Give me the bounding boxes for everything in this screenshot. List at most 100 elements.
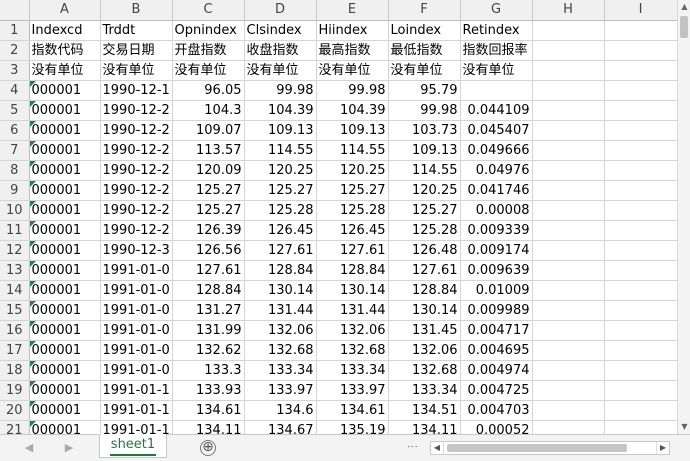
- cell-a16[interactable]: 000001: [29, 320, 101, 341]
- cell-g14[interactable]: 0.01009: [460, 280, 533, 301]
- cell-d12[interactable]: 127.61: [244, 240, 317, 261]
- column-header-g[interactable]: G: [460, 0, 533, 21]
- cell-g5[interactable]: 0.044109: [460, 100, 533, 121]
- cell-e2[interactable]: 最高指数: [316, 40, 389, 61]
- row-header[interactable]: 13: [0, 260, 30, 281]
- cell-e19[interactable]: 133.97: [316, 380, 389, 401]
- cell-d20[interactable]: 134.6: [244, 400, 317, 421]
- cell-a9[interactable]: 000001: [29, 180, 101, 201]
- cell-a5[interactable]: 000001: [29, 100, 101, 121]
- cell-b17[interactable]: 1991-01-0: [100, 340, 173, 361]
- cell-h18[interactable]: [532, 360, 605, 381]
- add-sheet-icon[interactable]: ⊕: [200, 440, 216, 456]
- cell-d18[interactable]: 133.34: [244, 360, 317, 381]
- cell-b7[interactable]: 1990-12-2: [100, 140, 173, 161]
- cell-i11[interactable]: [604, 220, 678, 241]
- cell-a4[interactable]: 000001: [29, 80, 101, 101]
- cell-c4[interactable]: 96.05: [172, 80, 245, 101]
- scroll-up-icon[interactable]: ▲: [678, 0, 690, 14]
- cell-f10[interactable]: 125.27: [388, 200, 461, 221]
- cell-a19[interactable]: 000001: [29, 380, 101, 401]
- column-header-c[interactable]: C: [172, 0, 245, 21]
- cell-c1[interactable]: Opnindex: [172, 20, 245, 41]
- cell-h15[interactable]: [532, 300, 605, 321]
- cell-e20[interactable]: 134.61: [316, 400, 389, 421]
- cell-e18[interactable]: 133.34: [316, 360, 389, 381]
- cell-h13[interactable]: [532, 260, 605, 281]
- cell-b16[interactable]: 1991-01-0: [100, 320, 173, 341]
- scroll-left-icon[interactable]: ◀: [431, 442, 444, 454]
- cell-g15[interactable]: 0.009989: [460, 300, 533, 321]
- row-header[interactable]: 9: [0, 180, 30, 201]
- row-header[interactable]: 10: [0, 200, 30, 221]
- cell-d4[interactable]: 99.98: [244, 80, 317, 101]
- cell-h6[interactable]: [532, 120, 605, 141]
- cell-d1[interactable]: Clsindex: [244, 20, 317, 41]
- cell-a8[interactable]: 000001: [29, 160, 101, 181]
- cell-f3[interactable]: 没有单位: [388, 60, 461, 81]
- cell-i14[interactable]: [604, 280, 678, 301]
- column-header-a[interactable]: A: [29, 0, 101, 21]
- cell-g18[interactable]: 0.004974: [460, 360, 533, 381]
- cell-c12[interactable]: 126.56: [172, 240, 245, 261]
- row-header[interactable]: 18: [0, 360, 30, 381]
- cell-e4[interactable]: 99.98: [316, 80, 389, 101]
- cell-a2[interactable]: 指数代码: [29, 40, 101, 61]
- cell-f12[interactable]: 126.48: [388, 240, 461, 261]
- column-header-f[interactable]: F: [388, 0, 461, 21]
- cell-h12[interactable]: [532, 240, 605, 261]
- cell-b11[interactable]: 1990-12-2: [100, 220, 173, 241]
- cell-e7[interactable]: 114.55: [316, 140, 389, 161]
- cell-e16[interactable]: 132.06: [316, 320, 389, 341]
- cell-e9[interactable]: 125.27: [316, 180, 389, 201]
- cell-a17[interactable]: 000001: [29, 340, 101, 361]
- cell-b20[interactable]: 1991-01-1: [100, 400, 173, 421]
- cell-c16[interactable]: 131.99: [172, 320, 245, 341]
- cell-e15[interactable]: 131.44: [316, 300, 389, 321]
- cell-f5[interactable]: 99.98: [388, 100, 461, 121]
- cell-e17[interactable]: 132.68: [316, 340, 389, 361]
- cell-c10[interactable]: 125.27: [172, 200, 245, 221]
- scroll-right-icon[interactable]: ▶: [656, 442, 669, 454]
- cell-f15[interactable]: 130.14: [388, 300, 461, 321]
- spreadsheet-grid[interactable]: ABCDEFGHI 1 Indexcd Trddt Opnindex Clsindex H…: [0, 0, 690, 434]
- row-header[interactable]: 8: [0, 160, 30, 181]
- cell-f20[interactable]: 134.51: [388, 400, 461, 421]
- cell-d13[interactable]: 128.84: [244, 260, 317, 281]
- cell-f17[interactable]: 132.06: [388, 340, 461, 361]
- cell-i20[interactable]: [604, 400, 678, 421]
- cell-a11[interactable]: 000001: [29, 220, 101, 241]
- cell-f19[interactable]: 133.34: [388, 380, 461, 401]
- cell-d7[interactable]: 114.55: [244, 140, 317, 161]
- cell-d10[interactable]: 125.28: [244, 200, 317, 221]
- cell-h2[interactable]: [532, 40, 605, 61]
- cell-h17[interactable]: [532, 340, 605, 361]
- cell-g20[interactable]: 0.004703: [460, 400, 533, 421]
- cell-i19[interactable]: [604, 380, 678, 401]
- cell-h10[interactable]: [532, 200, 605, 221]
- cell-h8[interactable]: [532, 160, 605, 181]
- cell-c13[interactable]: 127.61: [172, 260, 245, 281]
- cell-b21[interactable]: 1991-01-1: [100, 420, 173, 434]
- cell-d16[interactable]: 132.06: [244, 320, 317, 341]
- cell-c2[interactable]: 开盘指数: [172, 40, 245, 61]
- cell-e12[interactable]: 127.61: [316, 240, 389, 261]
- cell-g1[interactable]: Retindex: [460, 20, 533, 41]
- cell-e8[interactable]: 120.25: [316, 160, 389, 181]
- cell-f9[interactable]: 120.25: [388, 180, 461, 201]
- cell-g3[interactable]: 没有单位: [460, 60, 533, 81]
- cell-b12[interactable]: 1990-12-3: [100, 240, 173, 261]
- cell-i1[interactable]: [604, 20, 678, 41]
- cell-c18[interactable]: 133.3: [172, 360, 245, 381]
- cell-d5[interactable]: 104.39: [244, 100, 317, 121]
- cell-d3[interactable]: 没有单位: [244, 60, 317, 81]
- cell-e5[interactable]: 104.39: [316, 100, 389, 121]
- cell-d21[interactable]: 134.67: [244, 420, 317, 434]
- cell-g10[interactable]: 0.00008: [460, 200, 533, 221]
- cell-a3[interactable]: 没有单位: [29, 60, 101, 81]
- cell-i10[interactable]: [604, 200, 678, 221]
- cell-f1[interactable]: Loindex: [388, 20, 461, 41]
- cell-b15[interactable]: 1991-01-0: [100, 300, 173, 321]
- row-header[interactable]: 17: [0, 340, 30, 361]
- cell-b19[interactable]: 1991-01-1: [100, 380, 173, 401]
